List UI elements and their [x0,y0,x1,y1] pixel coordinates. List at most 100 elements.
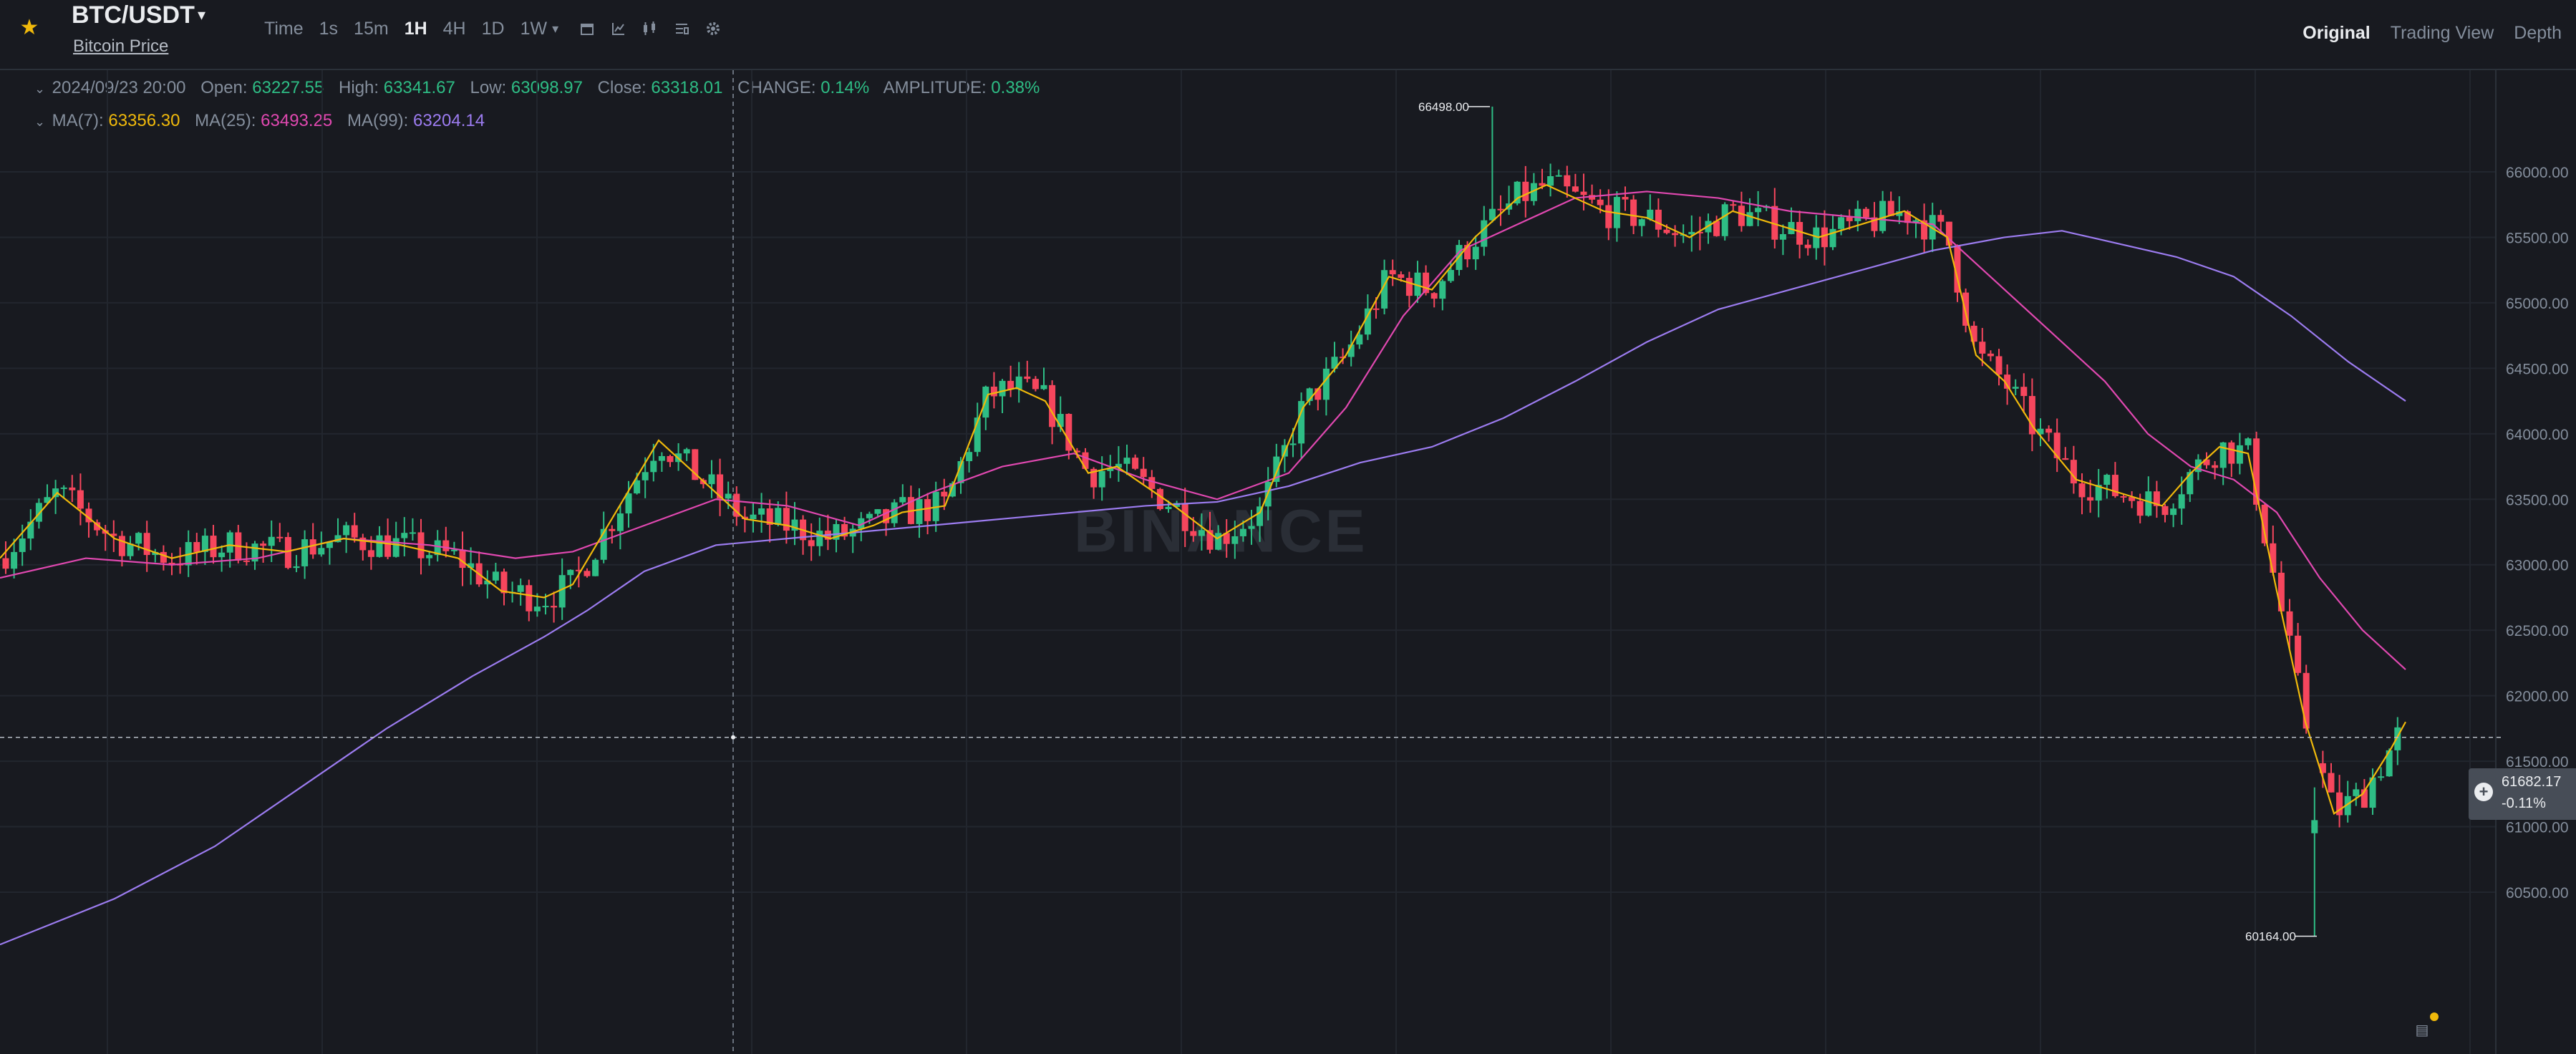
candle-body [1472,246,1479,260]
interval-1d[interactable]: 1D [474,16,513,42]
candle-body [226,532,233,553]
candle-body [1979,342,1986,354]
candle-body [1730,204,1737,206]
y-tick-label: 65500.00 [2506,230,2569,246]
candle-body [1721,204,1728,236]
candle-body [1564,175,1571,187]
pair-title[interactable]: BTC/USDT [72,0,195,30]
candle-body [2103,475,2111,485]
interval-1s[interactable]: 1s [311,16,346,42]
candle-body [2236,445,2243,464]
candle-body [1389,270,1396,275]
candle-body [2228,442,2235,464]
candle-body [616,513,624,531]
last-price-tag[interactable]: + 61682.17 -0.11% [2469,768,2576,820]
order-book-icon[interactable]: ▤ [2410,1018,2434,1043]
candle-body [1481,220,1488,247]
candle-body [1547,176,1554,186]
candle-body [193,542,200,552]
candle-body [584,571,591,576]
candle-body [1190,531,1197,536]
layout-icon[interactable] [666,16,697,42]
calendar-icon[interactable] [571,16,603,42]
candle-body [35,503,42,522]
candle-body [2277,572,2285,611]
candle-body [634,480,641,494]
candle-body [1289,443,1297,445]
candle-body [1398,274,1405,279]
candle-body [2012,387,2019,389]
y-tick-label: 62500.00 [2506,623,2569,639]
interval-1h[interactable]: 1H [397,16,435,42]
settings-gear-icon[interactable] [697,16,729,42]
ma25-line [0,190,2406,670]
candle-body [2178,494,2185,509]
candle-body [891,502,898,523]
y-tick-label: 61000.00 [2506,820,2569,836]
candle-body [1838,217,1845,229]
candle-body [2270,543,2277,573]
favorite-star-icon[interactable]: ★ [17,16,42,40]
candle-body [1638,219,1645,226]
candle-body [1198,530,1205,536]
candle-body [135,533,142,544]
candle-body [442,540,450,551]
candle-body [318,548,325,555]
interval-15m[interactable]: 15m [346,16,397,42]
tab-original[interactable]: Original [2303,20,2370,46]
interval-4h[interactable]: 4H [435,16,474,42]
candle-body [1447,270,1454,281]
candle-body [1630,199,1637,226]
candle-body [517,585,524,592]
candle-body [1239,528,1246,536]
interval-more-icon[interactable]: ▾ [552,21,558,37]
candle-body [558,575,566,608]
candle-body [1082,452,1089,469]
candle-body [725,493,732,499]
indicator-icon[interactable] [603,16,634,42]
candle-body [1322,368,1330,400]
candle-body [1854,208,1861,221]
candlestick-chart[interactable]: 60500.0061000.0061500.0062000.0062500.00… [0,70,2576,1054]
candle-body [941,491,948,497]
candle-body [1572,186,1579,192]
tab-depth[interactable]: Depth [2514,20,2562,46]
chart-type-icon[interactable] [634,16,666,42]
y-tick-label: 66000.00 [2506,165,2569,181]
top-toolbar: ★ BTC/USDT ▾ Bitcoin Price Time 1s 15m 1… [0,0,2576,70]
candle-body [2170,508,2177,516]
candle-body [966,452,973,462]
candle-body [1024,376,1031,379]
candle-body [1123,458,1130,464]
bitcoin-price-link[interactable]: Bitcoin Price [73,36,168,57]
candle-body [2062,458,2069,460]
add-alert-icon[interactable]: + [2474,783,2493,801]
y-tick-label: 63500.00 [2506,492,2569,508]
candle-body [268,536,275,546]
candle-body [1622,197,1629,200]
candle-body [243,560,250,562]
candle-body [1846,217,1853,221]
candle-body [783,508,790,531]
candle-body [667,455,674,463]
candle-body [1372,308,1380,310]
interval-1w[interactable]: 1W [513,16,556,42]
interval-time[interactable]: Time [256,16,311,42]
candle-body [1439,281,1446,299]
candle-body [1672,233,1679,236]
pair-dropdown-icon[interactable]: ▾ [198,3,205,27]
y-tick-label: 64500.00 [2506,361,2569,377]
candle-body [990,386,997,397]
candle-body [1497,208,1504,211]
y-tick-label: 60500.00 [2506,885,2569,901]
candle-body [708,474,715,485]
candle-body [351,525,358,538]
candle-body [924,499,931,521]
candle-body [2045,428,2053,433]
y-tick-label: 65000.00 [2506,296,2569,312]
candle-body [459,549,466,569]
ma99-line [0,230,2406,946]
tab-trading-view[interactable]: Trading View [2391,20,2494,46]
y-tick-label: 64000.00 [2506,427,2569,443]
candle-body [1215,533,1222,550]
